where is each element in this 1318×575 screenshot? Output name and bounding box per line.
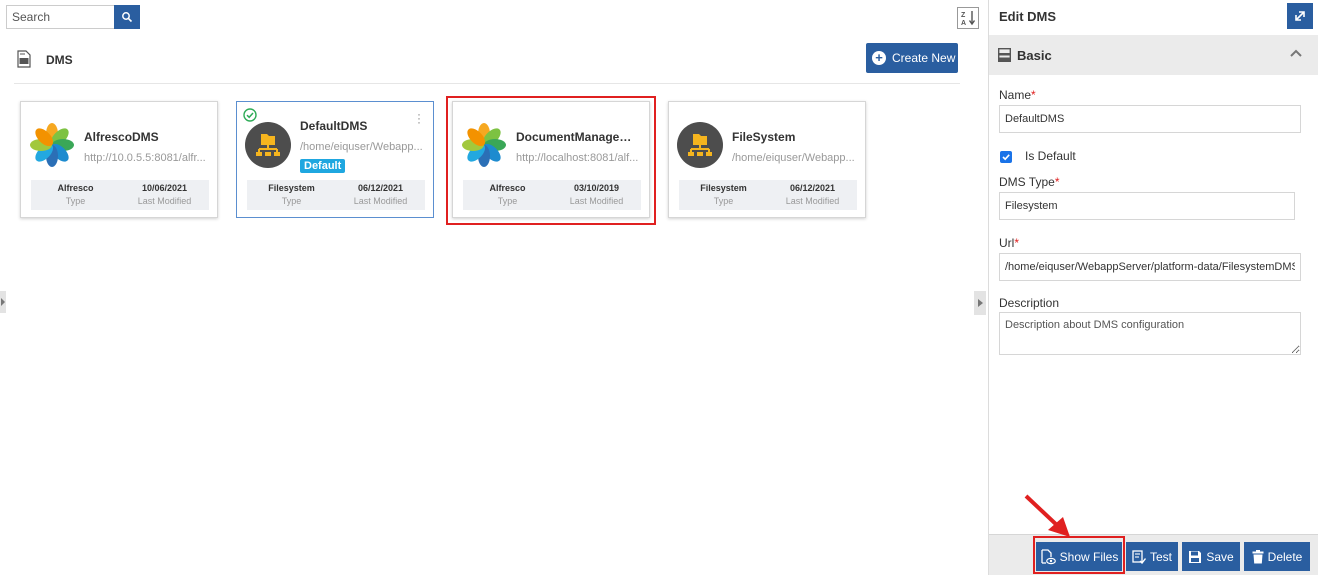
delete-label: Delete xyxy=(1267,549,1303,564)
search-bar xyxy=(6,5,140,29)
search-input[interactable] xyxy=(6,5,114,29)
description-label: Description xyxy=(999,296,1060,310)
filesystem-logo-icon xyxy=(677,122,723,168)
url-label-text: Url xyxy=(999,236,1015,250)
card-type-value: Filesystem xyxy=(268,183,315,193)
svg-text:A: A xyxy=(961,20,966,27)
card-date-value: 06/12/2021 xyxy=(357,183,404,193)
dms-type-field[interactable] xyxy=(999,192,1295,220)
trash-icon xyxy=(1252,549,1264,563)
panel-title: Edit DMS xyxy=(999,9,1057,24)
card-meta: Alfresco Type 10/06/2021 Last Modified xyxy=(31,180,209,210)
dms-card[interactable]: FileSystem /home/eiquser/Webapp... Files… xyxy=(668,101,866,218)
show-files-highlight-box xyxy=(1033,536,1125,574)
svg-text:Z: Z xyxy=(961,12,966,19)
card-date-key: Last Modified xyxy=(785,196,840,206)
required-mark: * xyxy=(1031,88,1036,102)
card-date-key: Last Modified xyxy=(353,196,408,206)
more-options-icon[interactable]: · · · xyxy=(417,108,421,128)
dms-card[interactable]: AlfrescoDMS http://10.0.5.5:8081/alfr...… xyxy=(20,101,218,218)
card-meta: Filesystem Type 06/12/2021 Last Modified xyxy=(247,180,425,210)
basic-section-header[interactable]: Basic xyxy=(989,35,1318,75)
card-type-key: Type xyxy=(713,196,734,206)
save-button[interactable]: Save xyxy=(1182,542,1240,571)
app-root: Z A DMS + Create New xyxy=(0,0,1318,575)
card-date-key: Last Modified xyxy=(137,196,192,206)
right-panel-toggle[interactable] xyxy=(974,291,986,315)
expand-icon xyxy=(1295,11,1305,21)
card-type-key: Type xyxy=(281,196,302,206)
card-type-value: Alfresco xyxy=(57,183,94,193)
test-label: Test xyxy=(1149,549,1172,564)
sort-az-icon: Z A xyxy=(961,11,976,27)
name-label-text: Name xyxy=(999,88,1032,102)
search-icon xyxy=(122,12,133,23)
card-highlight-box xyxy=(446,96,656,225)
card-meta: Filesystem Type 06/12/2021 Last Modified xyxy=(679,180,857,210)
is-default-checkbox[interactable] xyxy=(1000,151,1012,163)
test-button[interactable]: Test xyxy=(1126,542,1178,571)
page-header: DMS + Create New xyxy=(14,43,960,84)
save-icon xyxy=(1189,550,1202,563)
card-date-value: 10/06/2021 xyxy=(141,183,188,193)
card-name: DefaultDMS xyxy=(300,119,368,133)
page-title: DMS xyxy=(46,53,73,67)
card-date-value: 06/12/2021 xyxy=(789,183,836,193)
card-type-key: Type xyxy=(65,196,86,206)
left-panel-toggle[interactable] xyxy=(0,291,6,313)
name-field[interactable] xyxy=(999,105,1301,133)
dms-list-area: Z A DMS + Create New xyxy=(0,0,988,575)
required-mark: * xyxy=(1054,175,1060,189)
card-name: FileSystem xyxy=(732,130,796,144)
dms-card-selected[interactable]: · · · DefaultDMS /home/eiquser/Webapp... D… xyxy=(236,101,434,218)
edit-dms-panel: Edit DMS Basic Name* Is Default xyxy=(988,0,1318,575)
card-name: AlfrescoDMS xyxy=(84,130,159,144)
test-icon xyxy=(1132,549,1146,564)
is-default-label: Is Default xyxy=(1025,149,1076,163)
name-label: Name* xyxy=(999,88,1036,102)
dms-type-label: DMS Type* xyxy=(999,175,1059,189)
filesystem-logo-icon xyxy=(245,122,291,168)
alfresco-logo-icon xyxy=(30,123,74,167)
dms-document-icon xyxy=(17,50,31,68)
delete-button[interactable]: Delete xyxy=(1244,542,1310,571)
description-field[interactable]: Description about DMS configuration xyxy=(999,312,1301,355)
save-label: Save xyxy=(1206,549,1234,564)
required-mark: * xyxy=(1014,236,1019,250)
dms-type-label-text: DMS Type xyxy=(999,175,1055,189)
card-url: /home/eiquser/Webapp... xyxy=(732,152,855,164)
expand-button[interactable] xyxy=(1287,3,1313,29)
section-title: Basic xyxy=(1017,48,1052,63)
chevron-up-icon[interactable] xyxy=(1289,48,1303,58)
url-label: Url* xyxy=(999,236,1019,250)
checkmark-icon xyxy=(1002,154,1010,161)
selected-check-icon xyxy=(243,108,257,122)
plus-circle-icon: + xyxy=(872,51,886,65)
card-url: /home/eiquser/Webapp... xyxy=(300,141,423,153)
create-new-label: Create New xyxy=(892,51,956,65)
sort-az-button[interactable]: Z A xyxy=(957,7,979,29)
card-type-value: Filesystem xyxy=(700,183,747,193)
default-badge: Default xyxy=(300,159,346,173)
url-field[interactable] xyxy=(999,253,1301,281)
create-new-button[interactable]: + Create New xyxy=(866,43,958,73)
form-icon xyxy=(998,48,1011,62)
card-url: http://10.0.5.5:8081/alfr... xyxy=(84,152,206,164)
pointer-arrow-icon xyxy=(1024,494,1070,537)
search-button[interactable] xyxy=(114,5,140,29)
